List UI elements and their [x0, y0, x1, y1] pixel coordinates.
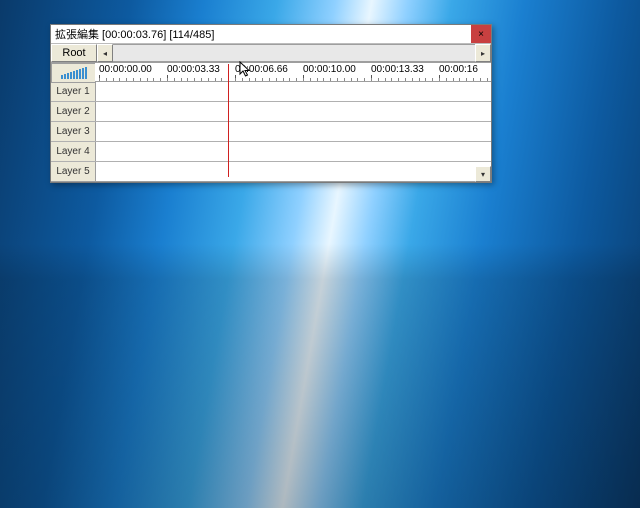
ruler-timecode: 00:00:06.66: [235, 64, 288, 75]
layer-row[interactable]: Layer 1: [51, 82, 491, 102]
timeline-editor-window: 拡張編集 [00:00:03.76] [114/485] × Root ◂ ▸: [50, 24, 492, 183]
root-button[interactable]: Root: [51, 44, 97, 62]
root-button-label: Root: [62, 47, 85, 59]
chevron-down-icon: ▾: [481, 170, 485, 179]
layer-row[interactable]: Layer 2: [51, 102, 491, 122]
timeline-area: 00:00:00.00 00:00:03.33 00:00:06.66 00:00:1…: [51, 63, 491, 182]
close-icon: ×: [478, 29, 484, 40]
layer-track[interactable]: [96, 122, 491, 141]
ruler-timecode: 00:00:13.33: [371, 64, 424, 75]
ruler-timecode: 00:00:10.00: [303, 64, 356, 75]
layer-row[interactable]: Layer 5: [51, 162, 491, 182]
layer-row[interactable]: Layer 4: [51, 142, 491, 162]
layer-track[interactable]: [96, 82, 491, 101]
titlebar[interactable]: 拡張編集 [00:00:03.76] [114/485] ×: [51, 25, 491, 44]
layer-track[interactable]: [96, 162, 491, 181]
zoom-bars-icon: [61, 67, 87, 79]
scrollbar-track[interactable]: [113, 44, 475, 62]
horizontal-scrollbar[interactable]: ◂ ▸: [97, 44, 491, 62]
ruler-timecode: 00:00:00.00: [99, 64, 152, 75]
scroll-right-button[interactable]: ▸: [475, 44, 491, 62]
ruler-timecode: 00:00:16: [439, 64, 478, 75]
chevron-right-icon: ▸: [481, 49, 485, 58]
scroll-left-button[interactable]: ◂: [97, 44, 113, 62]
playhead[interactable]: [228, 64, 229, 177]
zoom-indicator[interactable]: [51, 63, 96, 83]
layer-label[interactable]: Layer 5: [51, 162, 96, 181]
time-ruler[interactable]: 00:00:00.00 00:00:03.33 00:00:06.66 00:00:1…: [95, 63, 491, 82]
chevron-left-icon: ◂: [103, 49, 107, 58]
layer-label[interactable]: Layer 1: [51, 82, 96, 101]
layer-track[interactable]: [96, 142, 491, 161]
scroll-down-button[interactable]: ▾: [475, 166, 491, 182]
layer-label[interactable]: Layer 4: [51, 142, 96, 161]
close-button[interactable]: ×: [471, 25, 491, 43]
layer-track[interactable]: [96, 102, 491, 121]
layer-label[interactable]: Layer 2: [51, 102, 96, 121]
layer-row[interactable]: Layer 3: [51, 122, 491, 142]
ruler-timecode: 00:00:03.33: [167, 64, 220, 75]
layer-label[interactable]: Layer 3: [51, 122, 96, 141]
layer-list: Layer 1Layer 2Layer 3Layer 4Layer 5: [51, 82, 491, 182]
window-title: 拡張編集 [00:00:03.76] [114/485]: [55, 26, 214, 42]
toolbar: Root ◂ ▸: [51, 44, 491, 63]
